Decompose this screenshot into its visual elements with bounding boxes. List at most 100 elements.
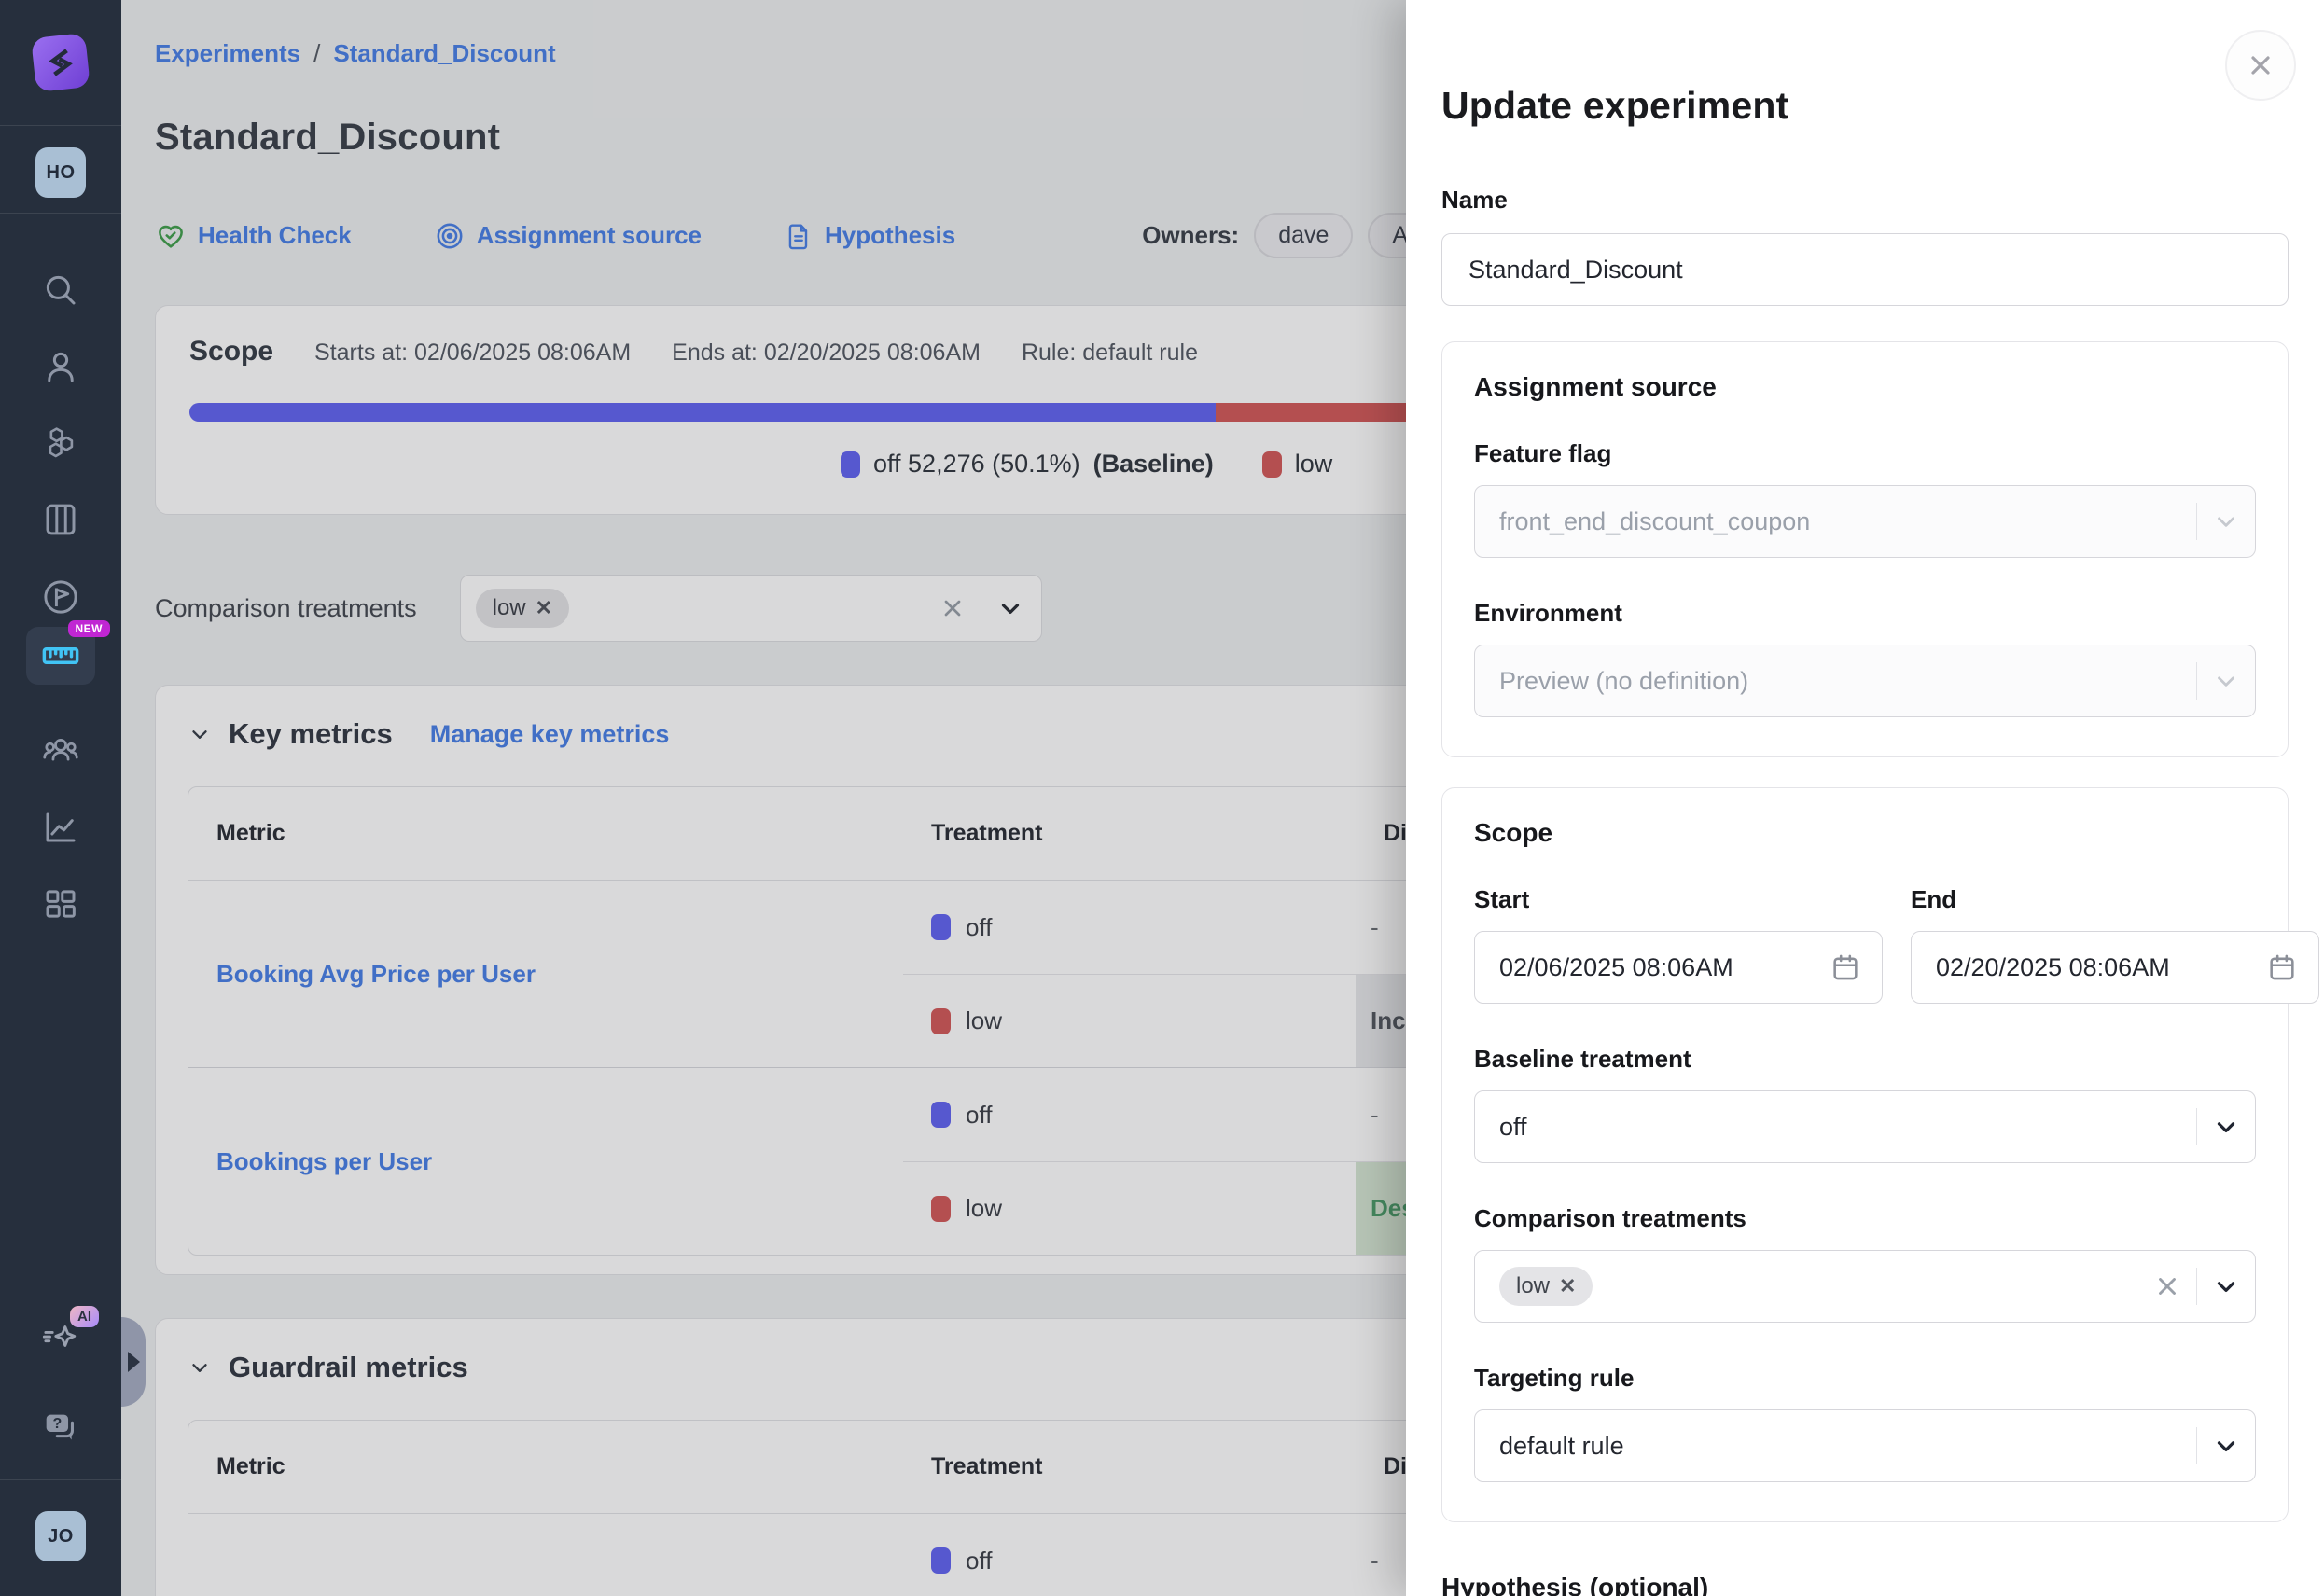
- target-icon: [434, 220, 466, 252]
- treatment-pill-low[interactable]: low ✕: [1499, 1267, 1593, 1306]
- feature-flag-label: Feature flag: [1474, 439, 2256, 468]
- legend-item-off: off 52,276 (50.1%) (Baseline): [841, 450, 1214, 479]
- sidebar-divider: [0, 213, 121, 214]
- calendar-icon: [1830, 951, 1861, 983]
- environment-label: Environment: [1474, 599, 2256, 628]
- scope-card-title: Scope: [189, 336, 273, 368]
- sidebar-item-analytics[interactable]: [0, 808, 121, 847]
- assignment-source-link[interactable]: Assignment source: [434, 220, 702, 252]
- start-label: Start: [1474, 885, 1883, 914]
- start-date-group: Start 02/06/2025 08:06AM: [1474, 885, 1883, 1004]
- owners-label: Owners:: [1142, 221, 1239, 250]
- remove-pill-icon[interactable]: ✕: [536, 596, 552, 620]
- collapse-chevron-icon[interactable]: [188, 722, 212, 746]
- hypothesis-label: Hypothesis (optional): [1441, 1573, 2289, 1596]
- sidebar-item-ai-assistant[interactable]: AI: [0, 1317, 121, 1360]
- targeting-rule-select[interactable]: default rule: [1474, 1409, 2256, 1482]
- sidebar-item-experiments-active[interactable]: NEW: [0, 627, 121, 685]
- baseline-treatment-label: Baseline treatment: [1474, 1045, 2256, 1074]
- low-color-swatch: [931, 1008, 951, 1034]
- comparison-treatments-label: Comparison treatments: [155, 594, 417, 623]
- scope-ends-at: Ends at: 02/20/2025 08:06AM: [672, 340, 981, 367]
- app: HO: [0, 0, 2324, 1596]
- allocation-bar-off-segment: [189, 403, 1216, 422]
- workspace-badge: HO: [35, 147, 86, 198]
- sidebar-item-search[interactable]: [0, 271, 121, 310]
- chevron-down-icon: [2212, 507, 2240, 535]
- end-label: End: [1911, 885, 2319, 914]
- low-color-swatch: [931, 1196, 951, 1222]
- off-color-swatch: [931, 914, 951, 940]
- metric-link[interactable]: Booking Avg Price per User: [216, 960, 536, 989]
- sidebar-item-definitions[interactable]: [0, 500, 121, 539]
- start-date-input[interactable]: 02/06/2025 08:06AM: [1474, 931, 1883, 1004]
- low-color-swatch: [1262, 451, 1282, 478]
- collapse-chevron-icon[interactable]: [188, 1355, 212, 1380]
- people-icon: [40, 729, 81, 770]
- close-drawer-button[interactable]: [2225, 30, 2296, 101]
- ruler-icon: [39, 634, 82, 677]
- feature-flag-select[interactable]: front_end_discount_coupon: [1474, 485, 2256, 558]
- clear-select-icon[interactable]: [939, 595, 966, 621]
- hypothesis-link[interactable]: Hypothesis: [784, 221, 955, 251]
- sidebar-item-entities[interactable]: [0, 423, 121, 463]
- off-color-swatch: [841, 451, 860, 478]
- dashboard-grid-icon: [41, 884, 80, 923]
- sidebar-item-feature-flags[interactable]: [0, 576, 121, 618]
- update-experiment-drawer: Update experiment Name Assignment source…: [1406, 0, 2324, 1596]
- workspace-switcher[interactable]: HO: [0, 147, 121, 198]
- guardrail-metrics-title: Guardrail metrics: [229, 1351, 468, 1384]
- owner-pill-dave[interactable]: dave: [1254, 213, 1353, 258]
- flag-circle-icon: [40, 576, 81, 618]
- end-date-group: End 02/20/2025 08:06AM: [1911, 885, 2319, 1004]
- key-metrics-title: Key metrics: [229, 717, 393, 751]
- scope-card: Scope Start 02/06/2025 08:06AM End: [1441, 787, 2289, 1522]
- off-color-swatch: [931, 1547, 951, 1574]
- assignment-source-heading: Assignment source: [1474, 372, 2256, 402]
- eppo-logo-icon: [31, 33, 90, 92]
- scope-rule: Rule: default rule: [1022, 340, 1198, 367]
- sidebar-expand-handle[interactable]: [121, 1317, 146, 1407]
- close-icon: [2246, 50, 2275, 80]
- baseline-treatment-select[interactable]: off: [1474, 1090, 2256, 1163]
- breadcrumb-experiments-link[interactable]: Experiments: [155, 39, 300, 68]
- arrow-right-icon: [128, 1352, 140, 1372]
- sidebar-divider: [0, 125, 121, 126]
- new-badge: NEW: [68, 620, 111, 637]
- heart-check-icon: [155, 220, 187, 252]
- comparison-treatments-select[interactable]: low ✕: [1474, 1250, 2256, 1323]
- environment-select[interactable]: Preview (no definition): [1474, 645, 2256, 717]
- end-date-input[interactable]: 02/20/2025 08:06AM: [1911, 931, 2319, 1004]
- breadcrumb-separator: /: [313, 39, 320, 68]
- document-icon: [784, 221, 814, 251]
- chevron-down-icon[interactable]: [2212, 1272, 2240, 1300]
- sidebar-divider: [0, 1479, 121, 1480]
- metric-link[interactable]: Average Price per Booked Night: [216, 1593, 586, 1596]
- breadcrumb-current-link[interactable]: Standard_Discount: [333, 39, 555, 68]
- manage-key-metrics-link[interactable]: Manage key metrics: [430, 720, 670, 749]
- targeting-rule-label: Targeting rule: [1474, 1364, 2256, 1393]
- sidebar-item-teams[interactable]: [0, 729, 121, 770]
- sidebar: HO: [0, 0, 121, 1596]
- health-check-link[interactable]: Health Check: [155, 220, 352, 252]
- line-chart-icon: [41, 808, 80, 847]
- chevron-down-icon[interactable]: [996, 594, 1024, 622]
- app-logo[interactable]: [0, 35, 121, 90]
- scope-heading: Scope: [1474, 818, 2256, 848]
- sidebar-item-dashboards[interactable]: [0, 884, 121, 923]
- sidebar-item-users[interactable]: [0, 347, 121, 386]
- comparison-treatments-select[interactable]: low ✕: [460, 575, 1042, 642]
- treatment-pill-low[interactable]: low ✕: [476, 589, 569, 628]
- assignment-source-card: Assignment source Feature flag front_end…: [1441, 341, 2289, 757]
- columns-icon: [41, 500, 80, 539]
- svg-text:?: ?: [52, 1415, 62, 1432]
- metric-link[interactable]: Bookings per User: [216, 1147, 432, 1176]
- chevron-down-icon: [2212, 1432, 2240, 1460]
- sidebar-item-help[interactable]: ?: [0, 1407, 121, 1450]
- clear-select-icon[interactable]: [2153, 1272, 2181, 1300]
- user-avatar[interactable]: JO: [0, 1511, 121, 1561]
- name-label: Name: [1441, 186, 2289, 215]
- remove-pill-icon[interactable]: ✕: [1559, 1274, 1576, 1298]
- chevron-down-icon: [2212, 667, 2240, 695]
- name-input[interactable]: [1441, 233, 2289, 306]
